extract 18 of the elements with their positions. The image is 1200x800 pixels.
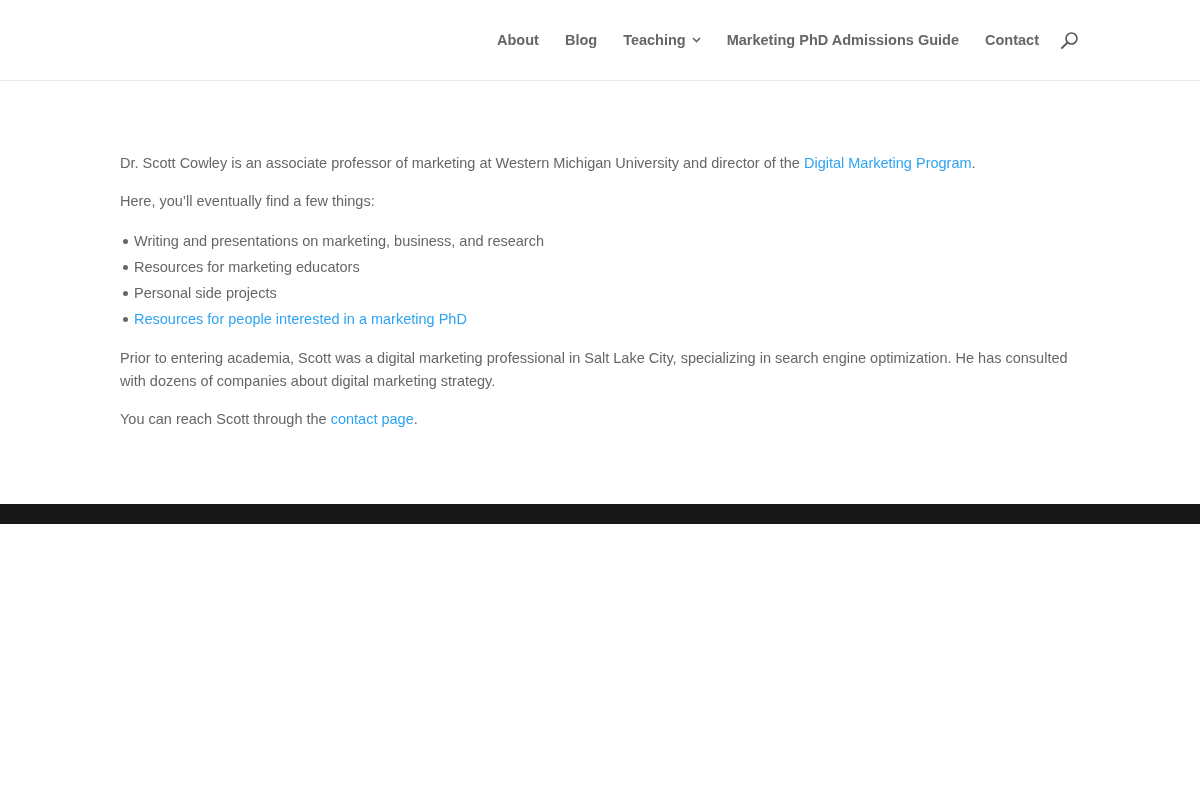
nav-link[interactable]: About <box>497 32 539 48</box>
nav-link[interactable]: Blog <box>564 32 598 48</box>
search-icon <box>1061 31 1078 49</box>
paragraph-text: Prior to entering academia, Scott was a digital marketing professional in Salt Lake City, specializing in search engine optimization. He has consulted with dozens of companies about digital marketing strategy. <box>120 349 1069 391</box>
list-item-text: Resources for marketing educators <box>134 258 360 277</box>
bullet-icon <box>123 238 128 244</box>
list-item-text: Writing and presentations on marketing, business, and research <box>134 232 544 251</box>
nav-link[interactable]: Contact <box>985 32 1039 48</box>
paragraph-text: You can reach Scott through the contact page. <box>120 410 419 429</box>
bullet-icon <box>123 264 128 270</box>
nav-link[interactable]: Marketing PhD Admissions Guide <box>726 32 959 48</box>
list-item-text: Personal side projects <box>134 284 277 303</box>
search-button[interactable] <box>1061 31 1078 49</box>
paragraph-text: Here, you’ll eventually find a few things: <box>120 192 376 211</box>
bullet-icon <box>123 316 128 322</box>
bullet-icon <box>123 290 128 296</box>
paragraph-text: Dr. Scott Cowley is an associate professor of marketing at Western Michigan University and director of the Digital Marketing Program. <box>120 154 977 173</box>
nav-link[interactable]: Teaching <box>623 32 701 48</box>
